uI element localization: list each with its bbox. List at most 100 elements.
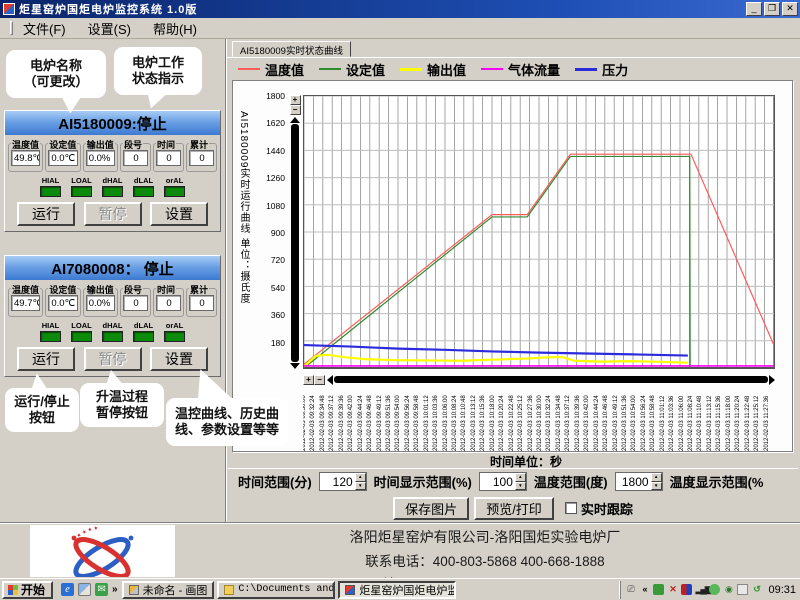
x-tick-label: 2012-02-03 09:54:00 xyxy=(395,395,402,451)
alarm-HIAL: HIAL xyxy=(40,176,61,197)
close-button[interactable]: ✕ xyxy=(782,2,798,16)
legend-label: 输出值 xyxy=(427,60,466,79)
x-tick-label: 2012-02-03 10:34:48 xyxy=(556,395,563,451)
spin-down-icon[interactable]: ▼ xyxy=(355,482,366,491)
curve-plot xyxy=(304,96,774,368)
alarm-label: dHAL xyxy=(103,176,123,185)
menu-settings[interactable]: 设置(S) xyxy=(88,19,131,38)
scroll-left-arrow[interactable] xyxy=(327,375,333,385)
alarm-led-icon xyxy=(102,331,123,342)
x-tick-label: 2012-02-03 10:10:48 xyxy=(461,395,468,451)
field-4: 时间0 xyxy=(153,288,184,317)
alarm-led-icon xyxy=(71,186,92,197)
preview-print-button[interactable]: 预览/打印 xyxy=(474,497,554,520)
start-button[interactable]: 开始 xyxy=(2,581,53,599)
alarm-label: dLAL xyxy=(134,321,153,330)
title-bar: 炬星窑炉国炬电炉监控系统 1.0版 _ ❐ ✕ xyxy=(0,0,800,18)
scroll-down-arrow[interactable] xyxy=(290,363,300,369)
h-zoom-out-button[interactable]: − xyxy=(314,375,325,385)
y-tick-label: 1800 xyxy=(251,91,285,101)
menu-help[interactable]: 帮助(H) xyxy=(153,19,197,38)
alarm-label: HIAL xyxy=(42,321,60,330)
time-range-spinner[interactable]: 120 ▲▼ xyxy=(319,472,367,491)
pause-button[interactable]: 暂停 xyxy=(84,202,142,226)
run-button[interactable]: 运行 xyxy=(17,202,75,226)
display-settings-icon[interactable] xyxy=(681,584,692,595)
x-tick-label: 2012-02-03 09:37:12 xyxy=(329,395,336,451)
time-display-value[interactable]: 100 xyxy=(480,473,515,490)
save-image-button[interactable]: 保存图片 xyxy=(393,497,469,520)
folder-icon xyxy=(224,585,234,595)
spin-down-icon[interactable]: ▼ xyxy=(515,482,526,491)
x-tick-label: 2012-02-03 10:20:24 xyxy=(499,395,506,451)
alarm-label: dHAL xyxy=(103,321,123,330)
horizontal-scrollbar[interactable]: + − xyxy=(303,374,775,385)
temp-range-spinner[interactable]: 1800 ▲▼ xyxy=(615,472,663,491)
task-paint[interactable]: 未命名 - 画图 xyxy=(122,581,215,599)
shield-icon[interactable]: ◉ xyxy=(723,584,734,595)
zoom-out-button[interactable]: − xyxy=(290,105,301,115)
task-explorer[interactable]: C:\Documents and Se... xyxy=(217,581,335,599)
scroll-up-arrow[interactable] xyxy=(290,117,300,123)
spin-down-icon[interactable]: ▼ xyxy=(651,482,662,491)
pause-button[interactable]: 暂停 xyxy=(84,347,142,371)
footer: ★ ★ ★ ★ ★ 洛阳炬星窑炉有限公司-洛阳国炬实验电炉厂 联系电话：400-… xyxy=(0,522,800,578)
realtime-track-checkbox[interactable] xyxy=(565,502,577,514)
antivirus-icon[interactable] xyxy=(653,584,664,595)
alarm-dLAL: dLAL xyxy=(133,176,154,197)
furnace-title: AI5180009:停止 xyxy=(5,111,220,135)
printer-icon[interactable]: ⎚ xyxy=(625,584,636,595)
volume-muted-icon[interactable]: ✕ xyxy=(667,584,678,595)
series-设定值 xyxy=(304,156,690,368)
settings-button[interactable]: 设置 xyxy=(150,347,208,371)
scroll-right-arrow[interactable] xyxy=(769,375,775,385)
menu-file[interactable]: 文件(F) xyxy=(23,19,66,38)
sync-icon[interactable]: ↺ xyxy=(751,584,762,595)
task-monitor-app[interactable]: 炬星窑炉国炬电炉监... xyxy=(338,581,456,599)
run-button[interactable]: 运行 xyxy=(17,347,75,371)
field-0: 温度值49.7℃ xyxy=(8,288,43,317)
time-display-spinner[interactable]: 100 ▲▼ xyxy=(479,472,527,491)
settings-button[interactable]: 设置 xyxy=(150,202,208,226)
time-display-label: 时间显示范围(%) xyxy=(374,472,472,491)
alarm-label: dLAL xyxy=(134,176,153,185)
messenger-icon[interactable]: ✉ xyxy=(95,583,108,596)
spin-up-icon[interactable]: ▲ xyxy=(355,473,366,482)
scheduler-icon[interactable] xyxy=(737,584,748,595)
x-tick-label: 2012-02-03 09:42:00 xyxy=(348,395,355,451)
legend-label: 气体流量 xyxy=(508,60,560,79)
legend-label: 温度值 xyxy=(265,60,304,79)
field-value: 0 xyxy=(123,295,148,311)
show-desktop-icon[interactable] xyxy=(78,583,91,596)
h-zoom-in-button[interactable]: + xyxy=(303,375,314,385)
app-window: 炬星窑炉国炬电炉监控系统 1.0版 _ ❐ ✕ 文件(F) 设置(S) 帮助(H… xyxy=(0,0,800,600)
scroll-track[interactable] xyxy=(334,376,768,383)
x-axis-tick-labels: 2012-02-03 09:30:002012-02-03 09:32:2420… xyxy=(303,387,791,451)
quicklaunch-overflow-chevron[interactable]: » xyxy=(112,584,118,595)
alarm-indicators: HIALLOALdHALdLALorAL xyxy=(5,321,220,342)
legend-swatch-icon xyxy=(481,68,503,70)
tab-realtime-curve[interactable]: AI5180009实时状态曲线 xyxy=(232,41,351,57)
vertical-scrollbar[interactable]: + − xyxy=(289,95,301,369)
alarm-label: orAL xyxy=(166,176,184,185)
alarm-label: LOAL xyxy=(71,176,91,185)
temp-range-value[interactable]: 1800 xyxy=(616,473,651,490)
series-输出值 xyxy=(304,355,688,367)
x-tick-label: 2012-02-03 11:20:24 xyxy=(735,396,742,451)
x-tick-label: 2012-02-03 11:15:36 xyxy=(716,396,723,451)
minimize-button[interactable]: _ xyxy=(746,2,762,16)
collapse-chevron-icon[interactable]: « xyxy=(639,584,650,595)
y-tick-label: 1620 xyxy=(251,118,285,128)
field-value: 0.0% xyxy=(86,295,115,311)
x-tick-label: 2012-02-03 10:15:36 xyxy=(480,395,487,451)
spin-up-icon[interactable]: ▲ xyxy=(515,473,526,482)
signal-strength-icon[interactable]: ▂▄▆ xyxy=(695,584,706,595)
time-range-value[interactable]: 120 xyxy=(320,473,355,490)
spin-up-icon[interactable]: ▲ xyxy=(651,473,662,482)
ie-icon[interactable]: e xyxy=(61,583,74,596)
menu-bar: 文件(F) 设置(S) 帮助(H) xyxy=(0,18,800,39)
maximize-button[interactable]: ❐ xyxy=(764,2,780,16)
scroll-track[interactable] xyxy=(291,124,299,362)
zoom-in-button[interactable]: + xyxy=(290,95,301,105)
update-icon[interactable] xyxy=(709,584,720,595)
